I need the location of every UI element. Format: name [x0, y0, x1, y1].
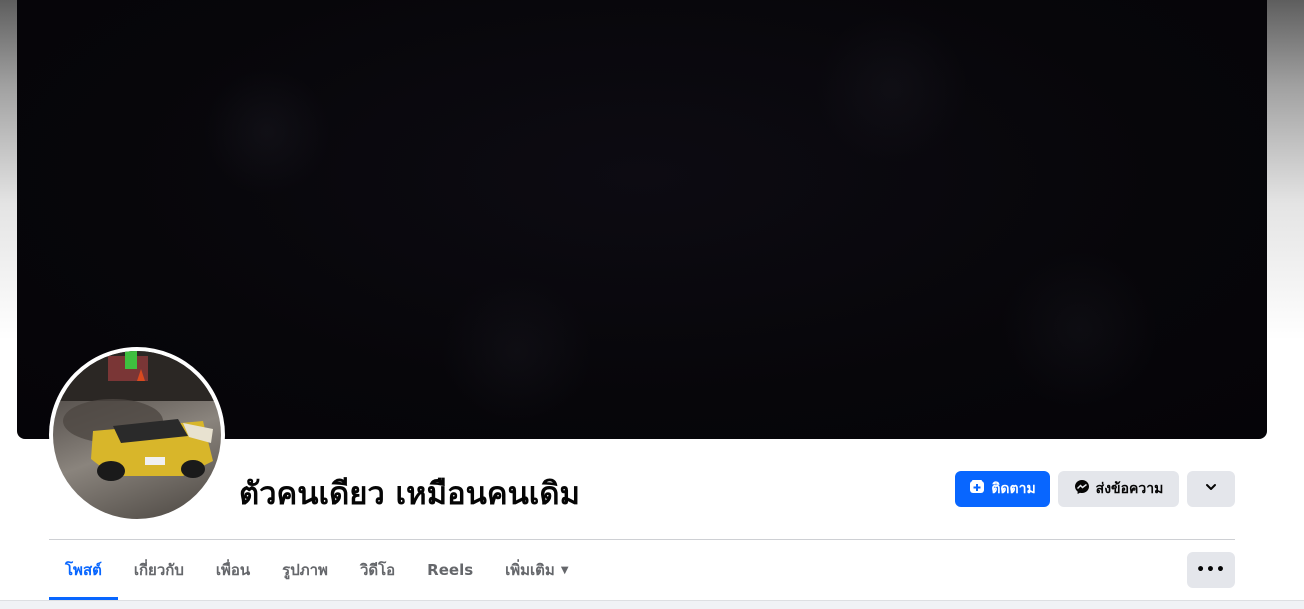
tab-more[interactable]: เพิ่มเติม ▼ [489, 540, 584, 600]
tab-label: วิดีโอ [359, 561, 396, 579]
chevron-down-icon [1204, 480, 1218, 498]
avatar-image [53, 351, 221, 519]
profile-tabs: โพสต์ เกี่ยวกับ เพื่อน รูปภาพ วิดีโอ Ree… [49, 540, 585, 600]
tab-about[interactable]: เกี่ยวกับ [118, 540, 200, 600]
tab-posts[interactable]: โพสต์ [49, 540, 118, 600]
tab-label: โพสต์ [65, 561, 102, 579]
tab-videos[interactable]: วิดีโอ [344, 540, 411, 600]
more-options-button[interactable]: ••• [1187, 552, 1235, 588]
ellipsis-icon: ••• [1196, 562, 1226, 578]
race-car-image [53, 351, 221, 481]
caret-down-icon: ▼ [560, 564, 569, 576]
tab-label: Reels [427, 561, 474, 579]
tab-label: เพิ่มเติม [505, 561, 555, 579]
profile-avatar[interactable] [49, 347, 225, 523]
profile-actions: ติดตาม ส่งข้อความ [955, 471, 1235, 507]
tab-photos[interactable]: รูปภาพ [266, 540, 344, 600]
message-button[interactable]: ส่งข้อความ [1058, 471, 1179, 507]
feed-background [0, 600, 1304, 609]
follow-button[interactable]: ติดตาม [955, 471, 1050, 507]
messenger-icon [1074, 479, 1090, 499]
tab-label: เกี่ยวกับ [133, 561, 184, 579]
tab-friends[interactable]: เพื่อน [200, 540, 266, 600]
profile-options-dropdown-button[interactable] [1187, 471, 1235, 507]
tab-reels[interactable]: Reels [411, 540, 489, 600]
tab-label: เพื่อน [215, 561, 251, 579]
tab-label: รูปภาพ [282, 561, 328, 579]
message-button-label: ส่งข้อความ [1095, 481, 1164, 497]
profile-name: ตัวคนเดียว เหมือนคนเดิม [239, 476, 580, 512]
follow-icon [969, 479, 985, 499]
follow-button-label: ติดตาม [991, 481, 1036, 497]
